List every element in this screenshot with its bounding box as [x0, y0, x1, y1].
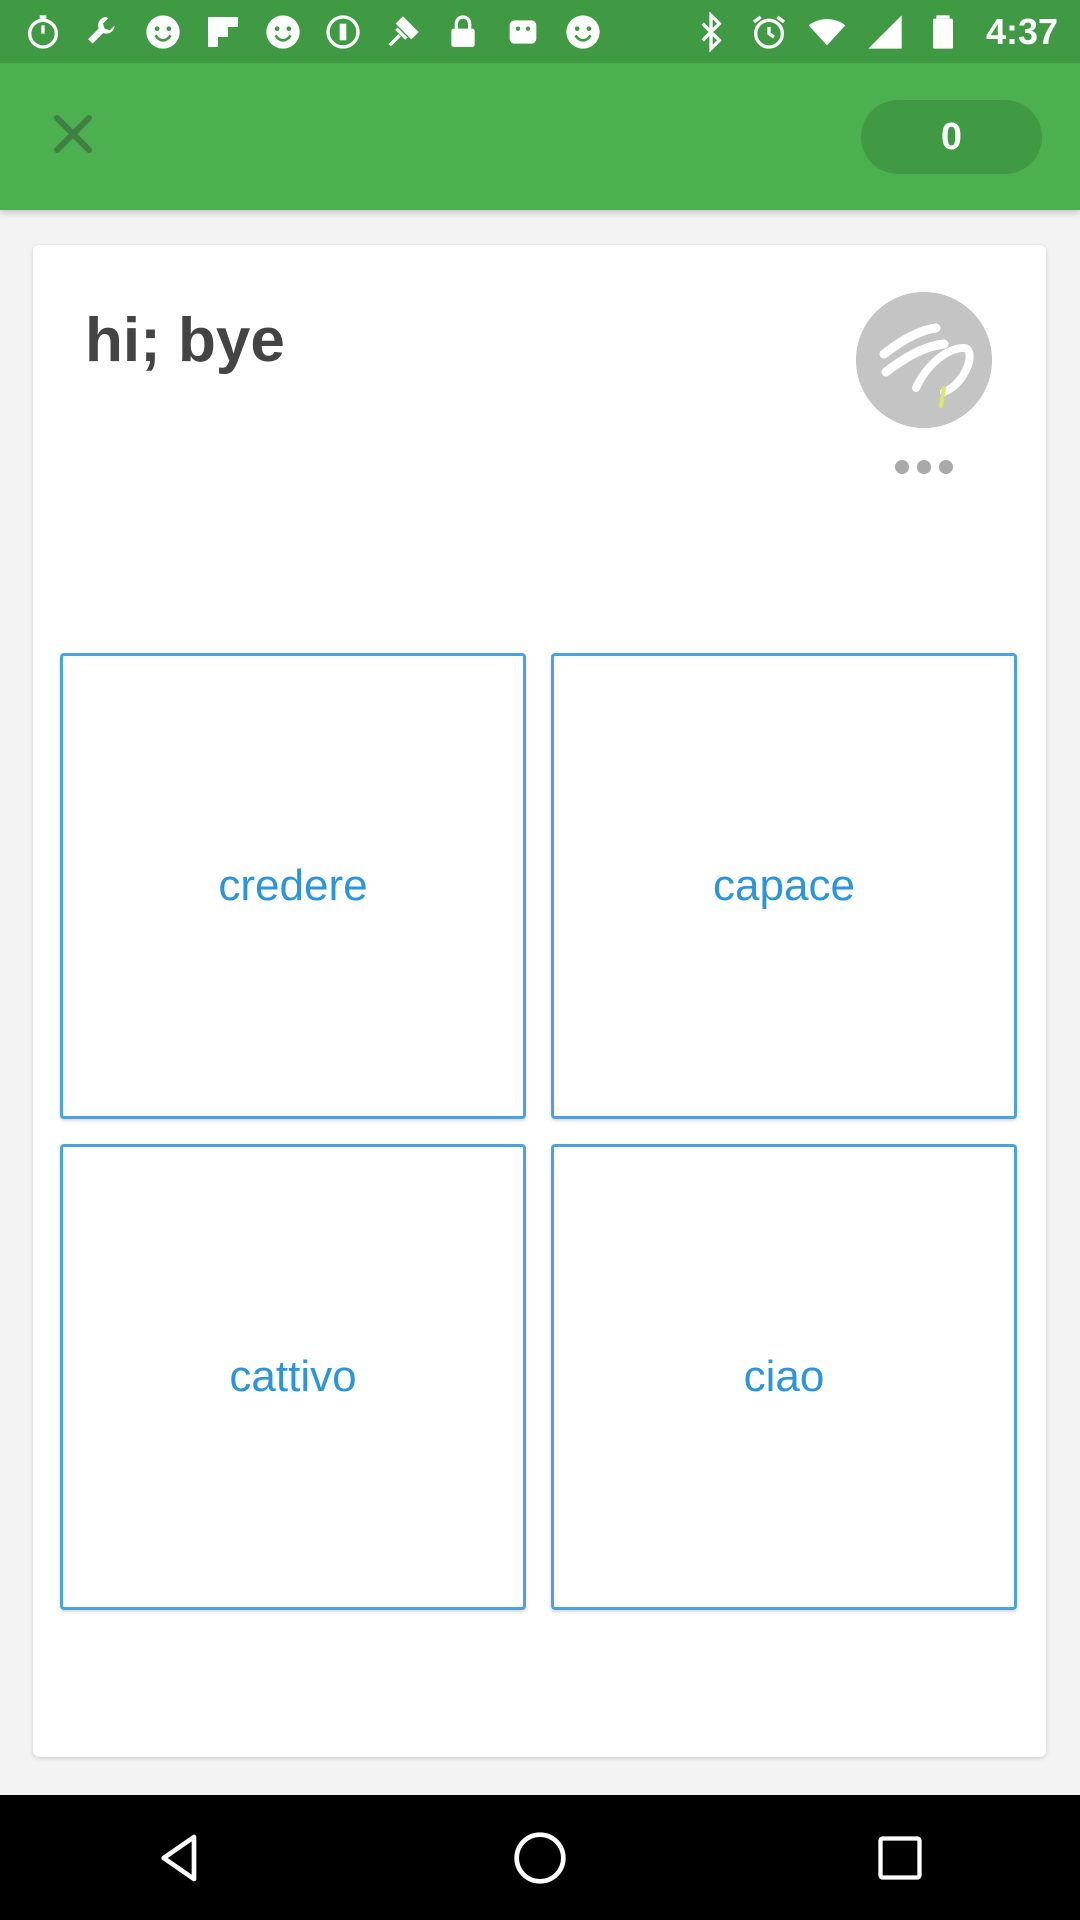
stopwatch-icon: [22, 11, 64, 53]
status-time: 4:37: [985, 10, 1058, 52]
record-icon: [322, 11, 364, 53]
system-nav-bar: [0, 1795, 1080, 1920]
smiley-icon: [142, 11, 184, 53]
smiley-icon: [262, 11, 304, 53]
wifi-icon: [806, 11, 848, 53]
status-bar: 4:37: [0, 0, 1080, 63]
close-button[interactable]: [40, 101, 106, 167]
alarm-icon: [748, 11, 790, 53]
answer-option-ciao[interactable]: ciao: [551, 1144, 1017, 1610]
more-dot: [917, 460, 931, 474]
answer-label: ciao: [743, 1352, 825, 1401]
flipboard-icon: [202, 11, 244, 53]
fake-gps-icon: [382, 11, 424, 53]
score-badge: 0: [861, 100, 1042, 174]
lock-icon: [442, 11, 484, 53]
more-dot: [895, 460, 909, 474]
answer-label: capace: [713, 861, 855, 910]
home-circle-icon: [514, 1831, 566, 1884]
status-right-icons: 4:37: [690, 11, 1058, 53]
app-bar: 0: [0, 63, 1080, 210]
nav-home-button[interactable]: [495, 1813, 585, 1903]
answer-label: credere: [218, 861, 368, 910]
more-dot: [939, 460, 953, 474]
close-icon: [54, 115, 92, 153]
answer-option-capace[interactable]: capace: [551, 653, 1017, 1119]
nav-back-button[interactable]: [135, 1813, 225, 1903]
smiley-icon: [562, 11, 604, 53]
bluetooth-icon: [690, 11, 732, 53]
question-prompt: hi; bye: [85, 306, 285, 375]
avatar: [856, 292, 992, 428]
question-card: hi; bye credere capace cattivo ciao: [33, 245, 1046, 1757]
answer-option-credere[interactable]: credere: [60, 653, 526, 1119]
status-left-icons: [22, 11, 604, 53]
recents-square-icon: [878, 1835, 922, 1880]
score-value: 0: [940, 115, 963, 158]
answer-option-cattivo[interactable]: cattivo: [60, 1144, 526, 1610]
android-icon: [502, 11, 544, 53]
signal-icon: [864, 11, 906, 53]
nav-recents-button[interactable]: [855, 1813, 945, 1903]
battery-icon: [922, 11, 964, 53]
memrise-logo-icon: [856, 292, 992, 428]
wrench-icon: [82, 11, 124, 53]
answer-label: cattivo: [229, 1352, 357, 1401]
back-triangle-icon: [161, 1834, 197, 1881]
more-options-button[interactable]: [895, 455, 953, 479]
